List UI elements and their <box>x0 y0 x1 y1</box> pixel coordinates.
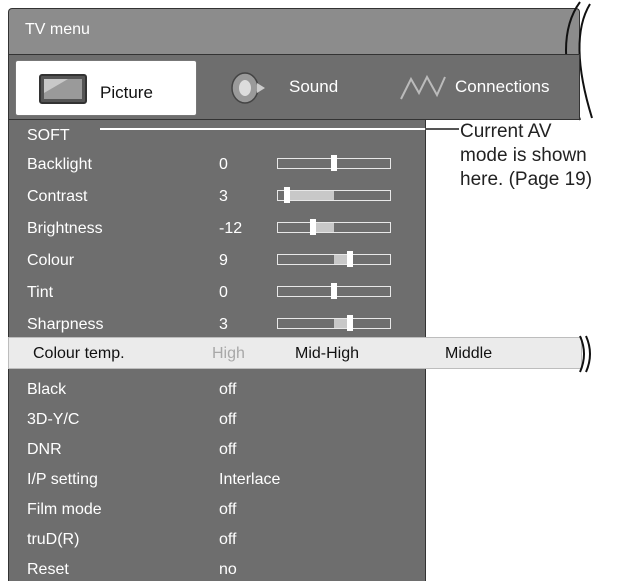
film-mode-label: Film mode <box>27 501 102 518</box>
callout-line-2: mode is shown <box>460 145 587 166</box>
menu-row-colour-temp[interactable]: Colour temp. High Mid-High Middle <box>8 337 582 369</box>
menu-title: TV menu <box>25 21 90 38</box>
callout-text: Current AV mode is shown here. (Page 19) <box>460 120 622 192</box>
dnr-value: off <box>219 441 237 458</box>
contrast-value: 3 <box>219 188 228 205</box>
backlight-value: 0 <box>219 156 228 173</box>
callout-line-1: Current AV <box>460 121 552 142</box>
brightness-value: -12 <box>219 220 243 237</box>
callout-line <box>100 128 458 130</box>
black-label: Black <box>27 381 67 398</box>
tab-sound[interactable]: Sound <box>205 55 385 121</box>
backlight-slider[interactable] <box>277 155 391 171</box>
speaker-icon <box>231 72 265 104</box>
sharpness-value: 3 <box>219 316 228 333</box>
dnr-label: DNR <box>27 441 62 458</box>
tab-sound-label: Sound <box>289 77 339 96</box>
sharpness-slider[interactable] <box>277 315 391 331</box>
film-mode-value: off <box>219 501 237 518</box>
callout-line-3: here. (Page 19) <box>460 169 593 190</box>
tint-label: Tint <box>27 284 54 301</box>
colour-label: Colour <box>27 252 75 269</box>
contrast-slider[interactable] <box>277 187 391 203</box>
ip-setting-value: Interlace <box>219 471 281 488</box>
tab-connections[interactable]: Connections <box>385 55 581 121</box>
menu-title-bar: TV menu <box>8 8 580 54</box>
tab-bar: Picture Sound Connections <box>8 54 580 120</box>
colour-slider[interactable] <box>277 251 391 267</box>
brightness-label: Brightness <box>27 220 103 237</box>
scroll-bracket-icon <box>579 335 591 373</box>
callout-line-ext <box>425 128 459 130</box>
tint-value: 0 <box>219 284 228 301</box>
tab-connections-label: Connections <box>455 77 550 96</box>
colour-temp-label: Colour temp. <box>33 345 125 362</box>
connections-icon <box>400 74 446 100</box>
tint-slider[interactable] <box>277 283 391 299</box>
black-value: off <box>219 381 237 398</box>
colour-temp-option-mid-high[interactable]: Mid-High <box>295 345 359 363</box>
sharpness-label: Sharpness <box>27 316 104 333</box>
trud-label: truD(R) <box>27 531 80 548</box>
reset-value: no <box>219 561 237 578</box>
colour-temp-option-middle[interactable]: Middle <box>445 345 492 363</box>
colour-temp-option-high[interactable]: High <box>212 345 245 363</box>
av-mode-label: SOFT <box>27 127 70 144</box>
tab-picture-label: Picture <box>100 83 153 102</box>
contrast-label: Contrast <box>27 188 88 205</box>
tab-picture[interactable]: Picture <box>15 60 197 116</box>
ip-setting-label: I/P setting <box>27 471 98 488</box>
3d-y-c-label: 3D-Y/C <box>27 411 80 428</box>
reset-label: Reset <box>27 561 69 578</box>
backlight-label: Backlight <box>27 156 92 173</box>
colour-value: 9 <box>219 252 228 269</box>
tv-screen-icon <box>39 74 87 104</box>
brightness-slider[interactable] <box>277 219 391 235</box>
3d-y-c-value: off <box>219 411 237 428</box>
trud-value: off <box>219 531 237 548</box>
